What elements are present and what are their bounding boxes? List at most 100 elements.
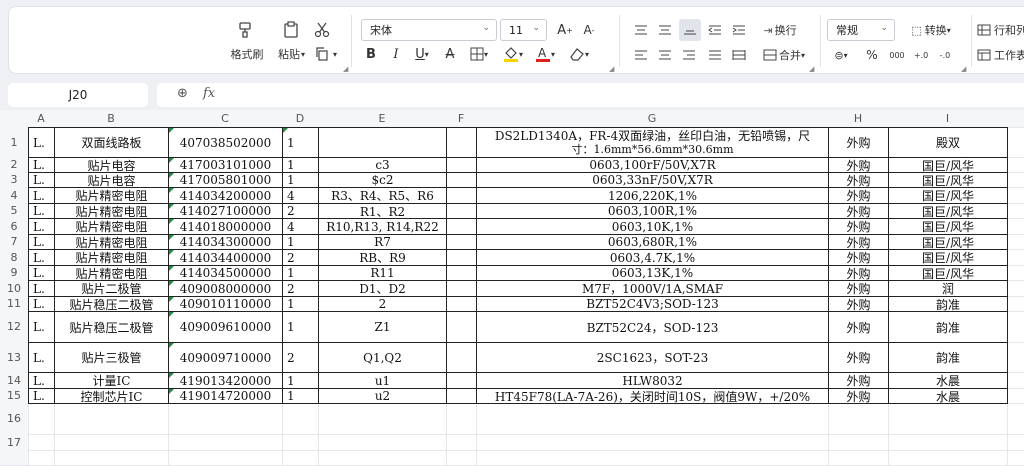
cell-a15[interactable]: L. xyxy=(29,389,54,403)
cell-g12[interactable]: BZT52C24，SOD-123 xyxy=(477,312,828,342)
function-icon[interactable]: fx xyxy=(203,86,215,101)
cell-c2[interactable]: 417003101000 xyxy=(169,158,282,172)
cell-e7[interactable]: R7 xyxy=(319,235,446,249)
cell-g10[interactable]: M7F，1000V/1A,SMAF xyxy=(477,281,828,296)
cell-f6[interactable] xyxy=(447,219,476,234)
cell-c11[interactable]: 409010110000 xyxy=(169,297,282,311)
cell-h12[interactable]: 外购 xyxy=(829,312,888,342)
paste-dropdown-icon[interactable]: ▾ xyxy=(299,47,307,61)
cell-e12[interactable]: Z1 xyxy=(319,312,446,342)
copy-icon[interactable] xyxy=(311,45,333,63)
align-bottom-icon[interactable] xyxy=(679,19,701,41)
row-header-3[interactable]: 3 xyxy=(0,172,28,187)
indent-increase-icon[interactable] xyxy=(729,20,749,40)
cell-a7[interactable]: L. xyxy=(29,235,54,249)
zoom-icon[interactable]: ⊕ xyxy=(177,86,188,101)
cell-i2[interactable]: 国巨/风华 xyxy=(889,158,1007,173)
cell-a9[interactable]: L. xyxy=(29,266,54,280)
cell-f8[interactable] xyxy=(447,250,476,265)
font-color-icon[interactable]: A ▾ xyxy=(531,43,559,65)
cell-d14[interactable]: 1 xyxy=(283,373,318,388)
cell-c12[interactable]: 409009610000 xyxy=(169,312,282,342)
cell-e6[interactable]: R10,R13, R14,R22 xyxy=(319,219,446,234)
cell-b11[interactable]: 贴片稳压二极管 xyxy=(55,297,168,312)
row-header-10[interactable]: 10 xyxy=(0,280,28,296)
thousands-separator-button[interactable]: 000 xyxy=(887,45,907,65)
cell-c9[interactable]: 414034500000 xyxy=(169,266,282,280)
formula-input[interactable]: ⊕ fx xyxy=(157,83,1024,107)
format-painter-icon[interactable] xyxy=(234,19,258,41)
cell-e2[interactable]: c3 xyxy=(319,158,446,172)
decimal-increase-button[interactable]: +.0 xyxy=(911,45,931,65)
cell-b9[interactable]: 贴片精密电阻 xyxy=(55,266,168,281)
cell-a10[interactable]: L. xyxy=(29,281,54,296)
cell-d6[interactable]: 4 xyxy=(283,219,318,234)
cell-c7[interactable]: 414034300000 xyxy=(169,235,282,249)
italic-button[interactable]: I xyxy=(387,45,405,63)
cell-g5[interactable]: 0603,100R,1% xyxy=(477,204,828,218)
cell-b3[interactable]: 贴片电容 xyxy=(55,173,168,188)
cell-e13[interactable]: Q1,Q2 xyxy=(319,343,446,372)
cell-g11[interactable]: BZT52C4V3;SOD-123 xyxy=(477,297,828,311)
cell-a12[interactable]: L. xyxy=(29,312,54,342)
cell-a1[interactable]: L. xyxy=(29,128,54,157)
cell-c5[interactable]: 414027100000 xyxy=(169,204,282,218)
row-header-5[interactable]: 5 xyxy=(0,203,28,218)
cell-h5[interactable]: 外购 xyxy=(829,204,888,219)
cell-b15[interactable]: 控制芯片IC xyxy=(55,389,168,404)
row-header-6[interactable]: 6 xyxy=(0,218,28,234)
merge-button[interactable]: 合并 ▾ xyxy=(755,45,813,65)
cell-e11[interactable]: 2 xyxy=(319,297,446,311)
cell-i7[interactable]: 国巨/风华 xyxy=(889,235,1007,250)
cell-b14[interactable]: 计量IC xyxy=(55,373,168,388)
cell-a3[interactable]: L. xyxy=(29,173,54,187)
cell-f10[interactable] xyxy=(447,281,476,296)
cell-b7[interactable]: 贴片精密电阻 xyxy=(55,235,168,250)
currency-icon[interactable]: ⊜ ▾ xyxy=(829,45,853,65)
row-header-15[interactable]: 15 xyxy=(0,388,28,403)
cell-g6[interactable]: 0603,10K,1% xyxy=(477,219,828,234)
cut-icon[interactable] xyxy=(311,19,333,41)
cell-g13[interactable]: 2SC1623，SOT-23 xyxy=(477,343,828,372)
cell-d2[interactable]: 1 xyxy=(283,158,318,172)
cell-b12[interactable]: 贴片稳压二极管 xyxy=(55,312,168,342)
cell-a13[interactable]: L. xyxy=(29,343,54,372)
cell-e4[interactable]: R3、R4、R5、R6 xyxy=(319,188,446,203)
cell-c8[interactable]: 414034400000 xyxy=(169,250,282,265)
distribute-icon[interactable] xyxy=(729,45,749,65)
spreadsheet-grid[interactable]: ABCDEFGHI 1 2 3 4 5 6 7 8 9 10 11 12 13 14 15 16 17 L. 双面… xyxy=(0,110,1024,466)
cell-f12[interactable] xyxy=(447,312,476,342)
cell-h2[interactable]: 外购 xyxy=(829,158,888,173)
cell-d1[interactable]: 1 xyxy=(283,128,318,157)
font-shrink-icon[interactable]: A- xyxy=(579,20,599,40)
cell-e10[interactable]: D1、D2 xyxy=(319,281,446,296)
cell-a6[interactable]: L. xyxy=(29,219,54,234)
cell-f5[interactable] xyxy=(447,204,476,218)
row-header-1[interactable]: 1 xyxy=(0,127,28,157)
cell-d3[interactable]: 1 xyxy=(283,173,318,187)
font-name-select[interactable]: 宋体 ⌄ xyxy=(361,19,497,41)
number-dialog-icon[interactable]: ◢ xyxy=(961,65,966,73)
name-box[interactable]: J20 xyxy=(8,83,148,107)
number-format-select[interactable]: 常规 ⌄ xyxy=(827,19,895,41)
cell-h3[interactable]: 外购 xyxy=(829,173,888,188)
cell-g4[interactable]: 1206,220K,1% xyxy=(477,188,828,203)
row-header-17[interactable]: 17 xyxy=(0,434,28,450)
cell-c10[interactable]: 409008000000 xyxy=(169,281,282,296)
cell-i10[interactable]: 润 xyxy=(889,281,1007,296)
align-center-icon[interactable] xyxy=(655,45,675,65)
cell-a5[interactable]: L. xyxy=(29,204,54,218)
cell-d15[interactable]: 1 xyxy=(283,389,318,403)
cell-b4[interactable]: 贴片精密电阻 xyxy=(55,188,168,203)
cell-e5[interactable]: R1、R2 xyxy=(319,204,446,219)
cell-e3[interactable]: $c2 xyxy=(319,173,446,187)
cell-b1[interactable]: 双面线路板 xyxy=(55,128,168,157)
cell-c15[interactable]: 419014720000 xyxy=(169,389,282,403)
cell-f7[interactable] xyxy=(447,235,476,249)
cell-e1[interactable] xyxy=(319,128,446,157)
justify-icon[interactable] xyxy=(705,45,725,65)
strikethrough-button[interactable]: A xyxy=(441,45,459,63)
cell-b2[interactable]: 贴片电容 xyxy=(55,158,168,173)
cell-e14[interactable]: u1 xyxy=(319,373,446,388)
percent-button[interactable]: % xyxy=(863,45,881,65)
